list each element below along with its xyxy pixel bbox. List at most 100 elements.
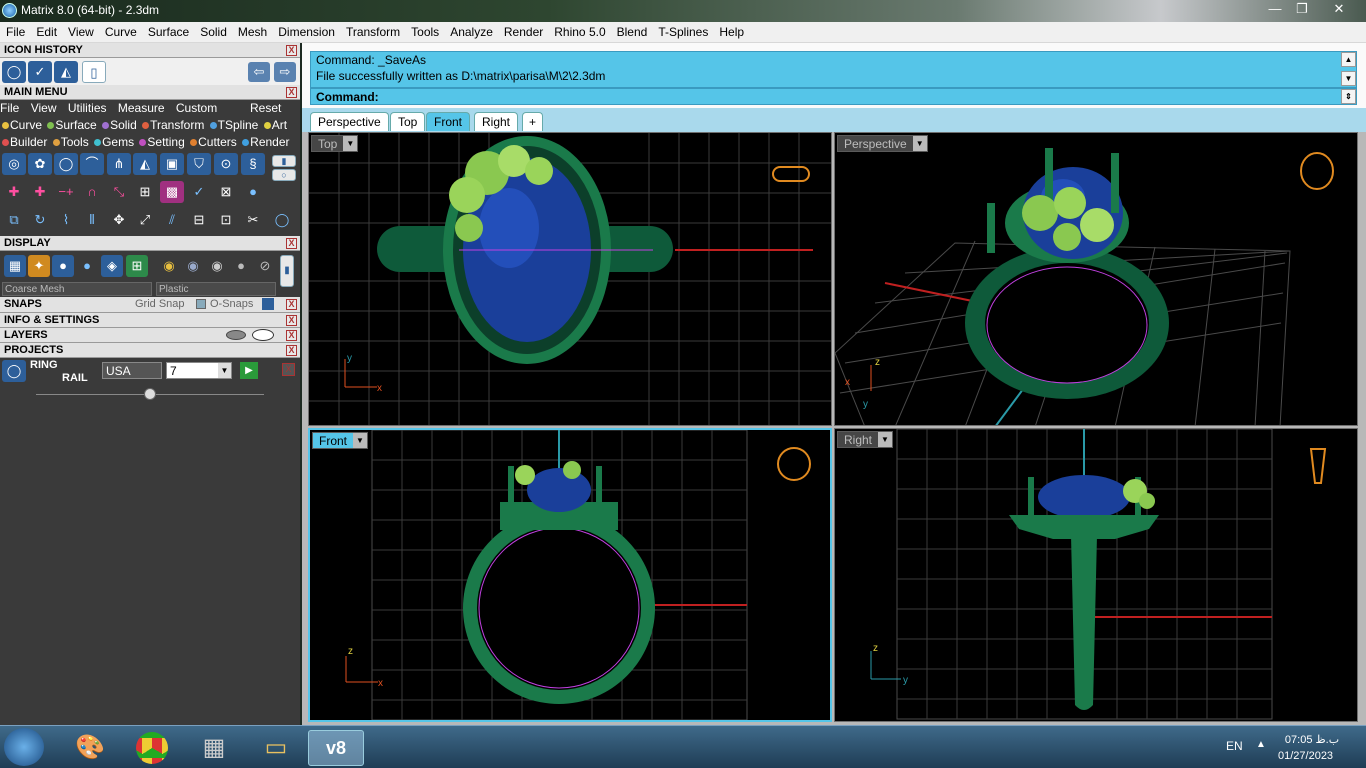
cat-builder[interactable]: Builder [10, 135, 47, 149]
material-select[interactable]: Plastic [156, 282, 276, 296]
bail-tool-icon[interactable]: ⊙ [214, 153, 238, 175]
group-icon[interactable]: ⊟ [187, 209, 211, 231]
viewport-label-top[interactable]: Top ▼ [311, 135, 359, 152]
menu-view[interactable]: View [62, 22, 99, 43]
new-file-icon[interactable]: ▯ [82, 61, 106, 83]
chrome-material-icon[interactable]: ◉ [206, 255, 228, 277]
clock-date[interactable]: 01/27/2023 [1278, 750, 1333, 762]
menu-mesh[interactable]: Mesh [232, 22, 272, 43]
language-indicator[interactable]: EN [1226, 739, 1243, 753]
explorer-app-icon[interactable]: ▭ [248, 730, 304, 766]
tray-chevron-icon[interactable]: ▲ [1256, 739, 1266, 750]
cat-setting[interactable]: Setting [147, 135, 184, 149]
cat-cutters[interactable]: Cutters [198, 135, 237, 149]
viewport-perspective[interactable]: z x y Perspective ▼ [834, 132, 1358, 426]
sphere-icon[interactable]: ● [76, 255, 98, 277]
panel-slider-handle[interactable] [144, 388, 156, 400]
tab-front[interactable]: Front [426, 112, 471, 131]
add-tab-button[interactable]: + [522, 112, 544, 131]
rotate-curve-icon[interactable]: ↻ [28, 209, 52, 231]
display-toggle-icon[interactable]: ▮ [280, 255, 294, 287]
sphere-edit-icon[interactable]: ● [241, 181, 265, 203]
mm-custom[interactable]: Custom [176, 101, 217, 115]
scroll-down-icon[interactable]: ▼ [1341, 71, 1356, 86]
trim-icon[interactable]: ✂ [241, 209, 265, 231]
toggle-icon[interactable]: ▮ [272, 155, 296, 167]
close-icon[interactable]: X [286, 345, 297, 356]
menu-file[interactable]: File [0, 22, 30, 43]
size-system-field[interactable]: USA [102, 362, 162, 379]
flower-tool-icon[interactable]: ✿ [28, 153, 52, 175]
menu-rhino[interactable]: Rhino 5.0 [548, 22, 610, 43]
gem-tool-icon[interactable]: ◭ [133, 153, 157, 175]
close-icon[interactable]: X [282, 363, 295, 376]
chevron-down-icon[interactable]: ▼ [218, 363, 231, 378]
array-icon[interactable]: ⫽ [160, 209, 184, 231]
menu-curve[interactable]: Curve [99, 22, 142, 43]
mm-view[interactable]: View [31, 101, 57, 115]
viewport-label-perspective[interactable]: Perspective ▼ [837, 135, 928, 152]
mesh-edit-icon[interactable]: ⊠ [214, 181, 238, 203]
circle-toggle-icon[interactable]: ○ [272, 169, 296, 181]
cat-art[interactable]: Art [272, 118, 287, 132]
close-icon[interactable]: X [286, 299, 297, 310]
render-icon[interactable]: ◈ [101, 255, 123, 277]
grid-icon[interactable]: ⊞ [126, 255, 148, 277]
menu-solid[interactable]: Solid [194, 22, 232, 43]
mirror-icon[interactable]: ⫴ [80, 209, 104, 231]
matrix-app-icon[interactable]: v8 [308, 730, 364, 766]
snap-toggle-icon[interactable] [262, 298, 274, 310]
link-icon[interactable]: ⊞ [133, 181, 157, 203]
clock-time[interactable]: 07:05 ب.ظ [1282, 733, 1342, 746]
cat-render[interactable]: Render [250, 135, 289, 149]
chevron-down-icon[interactable]: ▼ [343, 136, 358, 151]
check-edit-icon[interactable]: ✓ [187, 181, 211, 203]
history-forward-icon[interactable]: ⇨ [274, 62, 296, 82]
command-input[interactable]: Command: ⇕ [310, 88, 1357, 105]
cat-curve[interactable]: Curve [10, 118, 42, 132]
scroll-up-icon[interactable]: ▲ [1341, 52, 1356, 67]
viewport-front[interactable]: z x Front ▼ [308, 428, 832, 722]
circle-icon[interactable]: ◯ [270, 209, 294, 231]
cat-tspline[interactable]: TSpline [218, 118, 259, 132]
menu-surface[interactable]: Surface [142, 22, 194, 43]
scale-point-icon[interactable]: ⤡ [107, 181, 131, 203]
chevron-down-icon[interactable]: ▼ [912, 136, 927, 151]
shield-tool-icon[interactable]: ⛉ [187, 153, 211, 175]
silver-material-icon[interactable]: ◉ [182, 255, 204, 277]
chevron-down-icon[interactable]: ▼ [878, 432, 893, 447]
menu-tsplines[interactable]: T-Splines [652, 22, 713, 43]
menu-analyze[interactable]: Analyze [444, 22, 498, 43]
viewport-label-front[interactable]: Front ▼ [312, 432, 369, 449]
chrome-app-icon[interactable] [124, 730, 180, 766]
remove-point-icon[interactable]: −+ [54, 181, 78, 203]
shank-tool-icon[interactable]: ⌒ [80, 153, 104, 175]
add-point-icon[interactable]: ✚ [2, 181, 26, 203]
no-material-icon[interactable]: ⊘ [254, 255, 276, 277]
insert-point-icon[interactable]: ✚ [28, 181, 52, 203]
curve-edit-icon[interactable]: ✓ [28, 61, 52, 83]
cat-transform[interactable]: Transform [150, 118, 204, 132]
run-button[interactable]: ▶ [240, 362, 258, 379]
viewport-top[interactable]: y x Top ▼ [308, 132, 832, 426]
close-icon[interactable]: X [286, 238, 297, 249]
menu-help[interactable]: Help [713, 22, 749, 43]
menu-transform[interactable]: Transform [340, 22, 405, 43]
split-icon[interactable]: ⊡ [214, 209, 238, 231]
scale-icon[interactable]: ⤢ [133, 209, 157, 231]
grid-snap-toggle[interactable]: Grid Snap [135, 297, 185, 312]
menu-edit[interactable]: Edit [30, 22, 62, 43]
cat-solid[interactable]: Solid [110, 118, 137, 132]
close-icon[interactable]: X [286, 87, 297, 98]
shaded-icon[interactable]: ● [52, 255, 74, 277]
pattern-icon[interactable]: ▩ [160, 181, 184, 203]
close-icon[interactable]: X [286, 330, 297, 341]
layer-lock-icon[interactable] [226, 330, 246, 340]
paint-app-icon[interactable]: 🎨 [62, 730, 118, 766]
history-back-icon[interactable]: ⇦ [248, 62, 270, 82]
menu-blend[interactable]: Blend [611, 22, 653, 43]
wireframe-icon[interactable]: ▦ [4, 255, 26, 277]
menu-tools[interactable]: Tools [405, 22, 444, 43]
cat-tools[interactable]: Tools [61, 135, 89, 149]
close-icon[interactable]: X [286, 45, 297, 56]
